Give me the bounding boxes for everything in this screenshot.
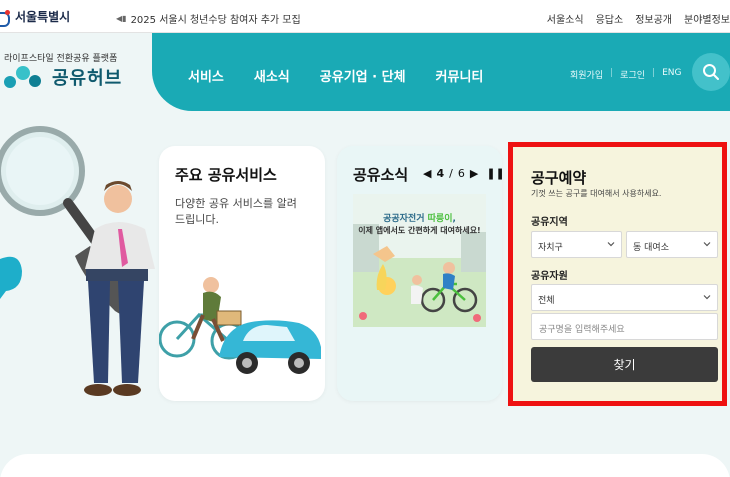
booking-description: 기껏 쓰는 공구를 대여해서 사용하세요. — [531, 189, 662, 198]
util-link-field-info[interactable]: 분야별정보 — [684, 11, 730, 26]
brand-name: 공유허브 — [52, 68, 123, 89]
brand-tagline: 라이프스타일 전환공유 플랫폼 — [4, 54, 118, 64]
seoul-city-name: 서울특별시 — [15, 10, 71, 24]
tool-name-input[interactable]: 공구명을 입력해주세요 — [531, 313, 718, 340]
util-link-response[interactable]: 응답소 — [596, 11, 624, 26]
nav-item-community[interactable]: 커뮤니티 — [436, 66, 484, 85]
news-thumb-headline-part: 공공자전거 — [383, 214, 428, 224]
news-thumbnail[interactable]: 공공자전거 따릉이, 이제 앱에서도 간편하게 대여하세요! — [353, 194, 486, 327]
signup-link[interactable]: 회원가입 — [570, 68, 603, 81]
find-button[interactable]: 찾기 — [531, 347, 718, 382]
account-links: 회원가입 | 로그인 | ENG — [570, 68, 681, 81]
booking-title: 공구예약 — [531, 169, 587, 187]
megaphone-icon: ◀▮ — [116, 14, 127, 23]
next-arrow-icon[interactable]: ▶ — [470, 167, 478, 180]
news-thumb-headline: 공공자전거 따릉이, — [353, 211, 486, 224]
main-services-title: 주요 공유서비스 — [175, 166, 277, 184]
chevron-down-icon — [703, 242, 711, 247]
news-thumb-headline-comma: , — [452, 214, 456, 224]
search-icon — [703, 64, 719, 80]
seoul-logo[interactable]: 서울특별시 — [0, 8, 71, 27]
nav-item-services[interactable]: 서비스 — [188, 66, 224, 85]
news-thumb-highlight: 따릉이 — [427, 214, 453, 224]
search-button[interactable] — [692, 53, 730, 91]
main-services-card[interactable]: 주요 공유서비스 다양한 공유 서비스를 알려드립니다. — [159, 146, 325, 401]
notice-text: 2025 서울시 청년수당 참여자 추가 모집 — [130, 15, 301, 26]
pause-icon[interactable]: ❚❚ — [486, 167, 502, 180]
sharing-hub-logo-icon — [4, 64, 48, 90]
district-value: 자치구 — [538, 243, 563, 253]
rental-office-select[interactable]: 동 대여소 — [626, 231, 718, 258]
news-thumb-subline: 이제 앱에서도 간편하게 대여하세요! — [358, 226, 481, 235]
utility-links: 서울소식 응답소 정보공개 분야별정보 — [547, 11, 730, 26]
region-label: 공유지역 — [531, 217, 568, 228]
util-link-news[interactable]: 서울소식 — [547, 11, 584, 26]
chevron-down-icon — [703, 295, 711, 300]
news-pager: ◀ 4 / 6 ▶ ❚❚ — [423, 167, 502, 180]
pager-total: 6 — [457, 167, 465, 180]
main-nav-band: 서비스 새소식 공유기업 · 단체 커뮤니티 회원가입 | 로그인 | ENG — [152, 33, 730, 111]
chevron-down-icon — [607, 242, 615, 247]
news-card: 공유소식 ◀ 4 / 6 ▶ ❚❚ 공공자전거 따릉이, 이제 앱에서도 간편하… — [337, 146, 502, 401]
main-services-description: 다양한 공유 서비스를 알려드립니다. — [175, 197, 297, 226]
nav-item-companies[interactable]: 공유기업 · 단체 — [320, 66, 406, 85]
resource-label: 공유자원 — [531, 271, 568, 282]
pager-separator: / — [449, 167, 453, 180]
tool-booking-panel: 공구예약 기껏 쓰는 공구를 대여해서 사용하세요. 공유지역 자치구 동 대여… — [508, 142, 727, 406]
pager-current: 4 — [436, 167, 445, 180]
login-link[interactable]: 로그인 — [620, 68, 645, 81]
divider: | — [652, 68, 656, 78]
prev-arrow-icon[interactable]: ◀ — [423, 167, 431, 180]
rental-office-value: 동 대여소 — [633, 243, 669, 253]
tool-name-placeholder: 공구명을 입력해주세요 — [539, 325, 625, 335]
nav-item-news[interactable]: 새소식 — [254, 66, 290, 85]
resource-select[interactable]: 전체 — [531, 284, 718, 311]
brand-logo[interactable]: 공유허브 — [4, 64, 122, 90]
bottom-section — [0, 454, 730, 477]
divider: | — [610, 68, 614, 78]
util-link-info-disclosure[interactable]: 정보공개 — [635, 11, 672, 26]
main-nav: 서비스 새소식 공유기업 · 단체 커뮤니티 — [188, 66, 483, 85]
district-select[interactable]: 자치구 — [531, 231, 622, 258]
hero-illustration — [0, 126, 155, 396]
english-link[interactable]: ENG — [662, 68, 681, 81]
bike-and-car-illustration — [159, 277, 321, 374]
notice-ticker[interactable]: ◀▮ 2025 서울시 청년수당 참여자 추가 모집 — [116, 11, 301, 26]
top-utility-bar: 서울특별시 ◀▮ 2025 서울시 청년수당 참여자 추가 모집 서울소식 응답… — [0, 0, 730, 33]
resource-value: 전체 — [538, 296, 555, 306]
seoul-mark-icon — [0, 9, 12, 27]
news-title: 공유소식 — [353, 166, 409, 184]
